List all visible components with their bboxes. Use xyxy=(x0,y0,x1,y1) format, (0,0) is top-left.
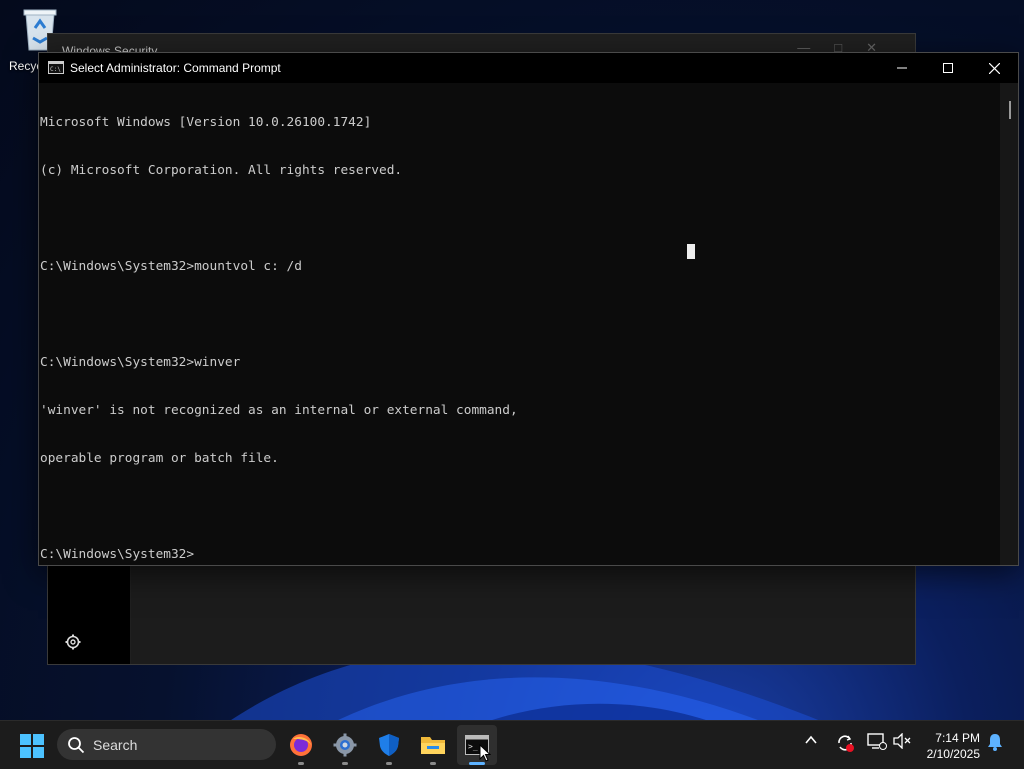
clock-date: 2/10/2025 xyxy=(926,747,980,761)
maximize-button[interactable] xyxy=(925,53,971,83)
title-bar[interactable]: C:\ Select Administrator: Command Prompt xyxy=(39,53,1018,83)
update-status-button[interactable] xyxy=(835,733,855,753)
speaker-muted-icon xyxy=(893,733,911,749)
volume-button[interactable] xyxy=(893,733,911,749)
search-placeholder: Search xyxy=(93,737,138,753)
svg-text:>_: >_ xyxy=(468,742,478,751)
settings-gear-icon[interactable] xyxy=(65,634,81,650)
clock-time: 7:14 PM xyxy=(935,731,980,745)
system-clock[interactable]: 7:14 PM 2/10/2025 xyxy=(927,730,980,762)
console-line: Microsoft Windows [Version 10.0.26100.17… xyxy=(40,115,372,130)
taskbar-app-file-explorer[interactable] xyxy=(413,725,453,765)
svg-text:C:\: C:\ xyxy=(50,66,61,73)
running-indicator xyxy=(298,762,304,765)
console-line: operable program or batch file. xyxy=(40,451,279,466)
taskbar-app-firefox[interactable] xyxy=(281,725,321,765)
window-title: Select Administrator: Command Prompt xyxy=(70,61,281,75)
taskbar-search-box[interactable]: Search xyxy=(57,729,276,760)
maximize-icon xyxy=(943,63,953,73)
console-line: 'winver' is not recognized as an interna… xyxy=(40,403,518,418)
command-prompt-window[interactable]: C:\ Select Administrator: Command Prompt… xyxy=(38,52,1019,566)
sync-alert-icon xyxy=(838,735,854,752)
taskbar-app-command-prompt[interactable]: >_ xyxy=(457,725,497,765)
taskbar-app-windows-security[interactable] xyxy=(369,725,409,765)
scrollbar-thumb[interactable] xyxy=(1009,101,1011,119)
network-disconnected-icon xyxy=(867,733,887,750)
taskbar: Search >_ 7:14 PM 2/10/2025 xyxy=(0,720,1024,769)
close-icon xyxy=(988,62,1000,74)
network-status-button[interactable] xyxy=(867,733,887,751)
active-indicator xyxy=(469,762,485,765)
console-prompt[interactable]: C:\Windows\System32> xyxy=(40,547,1000,563)
running-indicator xyxy=(386,762,392,765)
console-output[interactable]: Microsoft Windows [Version 10.0.26100.17… xyxy=(40,83,1000,565)
mouse-pointer-icon xyxy=(479,744,491,762)
running-indicator xyxy=(342,762,348,765)
windows-security-icon xyxy=(379,734,399,756)
console-line: (c) Microsoft Corporation. All rights re… xyxy=(40,163,403,178)
taskbar-app-settings[interactable] xyxy=(325,725,365,765)
running-indicator xyxy=(430,762,436,765)
text-cursor xyxy=(687,244,695,259)
bell-icon xyxy=(988,734,1002,751)
search-icon xyxy=(68,737,85,754)
show-hidden-icons-button[interactable] xyxy=(804,733,818,747)
console-line: C:\Windows\System32>mountvol c: /d xyxy=(40,259,302,274)
notifications-button[interactable] xyxy=(987,733,1003,751)
file-explorer-icon xyxy=(421,737,445,754)
minimize-button[interactable] xyxy=(879,53,925,83)
chevron-up-icon xyxy=(805,735,817,744)
firefox-icon xyxy=(290,734,312,756)
minimize-icon xyxy=(897,67,907,69)
vertical-scrollbar[interactable] xyxy=(1000,83,1018,565)
command-prompt-icon: C:\ xyxy=(48,61,64,74)
settings-icon xyxy=(333,733,357,757)
start-button[interactable] xyxy=(20,734,44,758)
console-line: C:\Windows\System32>winver xyxy=(40,355,241,370)
close-button[interactable] xyxy=(971,53,1017,83)
